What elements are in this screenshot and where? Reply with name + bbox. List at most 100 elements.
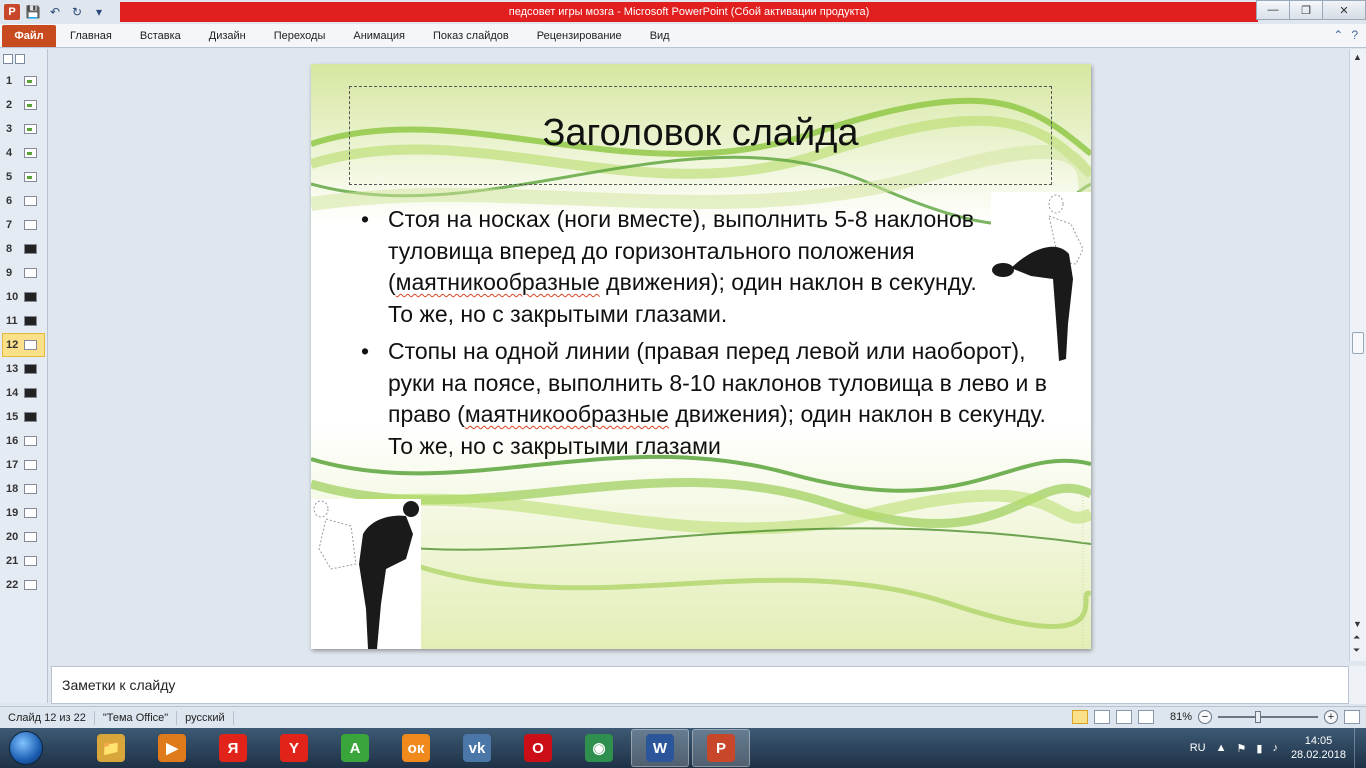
- taskbar-yandex-browser[interactable]: Y: [265, 729, 323, 767]
- tab-home[interactable]: Главная: [56, 30, 126, 42]
- slide-thumbnail[interactable]: 10: [0, 285, 47, 309]
- help-icon[interactable]: ?: [1351, 28, 1358, 42]
- taskbar-opera[interactable]: O: [509, 729, 567, 767]
- show-desktop-button[interactable]: [1354, 728, 1366, 768]
- volume-icon[interactable]: ♪: [1272, 742, 1278, 754]
- input-language[interactable]: RU: [1190, 742, 1206, 754]
- notes-pane[interactable]: Заметки к слайду: [51, 666, 1349, 704]
- slide-thumbnail[interactable]: 11: [0, 309, 47, 333]
- slide-thumbnail[interactable]: 8: [0, 237, 47, 261]
- slide-thumbnail[interactable]: 21: [0, 549, 47, 573]
- slide-thumbnail[interactable]: 17: [0, 453, 47, 477]
- slide-thumbnail-preview: [24, 556, 37, 566]
- tab-file[interactable]: Файл: [2, 24, 56, 47]
- outline-tab-icon[interactable]: [15, 54, 25, 64]
- taskbar-explorer[interactable]: 📁: [82, 729, 140, 767]
- maximize-button[interactable]: ❐: [1289, 0, 1323, 20]
- slide-thumbnail-preview: [24, 100, 37, 110]
- undo-icon[interactable]: ↶: [46, 3, 64, 21]
- slide-thumbnail-number: 16: [6, 435, 19, 447]
- ribbon-right-controls: ⌃ ?: [1333, 28, 1358, 42]
- slide-thumbnail[interactable]: 20: [0, 525, 47, 549]
- notes-scrollbar[interactable]: [1349, 666, 1366, 704]
- chrome-icon: ◉: [585, 734, 613, 762]
- tray-expand-icon[interactable]: ▲: [1216, 742, 1227, 754]
- slide-thumbnail-preview: [24, 436, 37, 446]
- flag-icon[interactable]: ⚑: [1237, 742, 1247, 755]
- scroll-up-icon[interactable]: ▲: [1353, 52, 1362, 62]
- slide-body-text[interactable]: Стоя на носках (ноги вместе), выполнить …: [361, 204, 1051, 468]
- slide-thumbnail[interactable]: 14: [0, 381, 47, 405]
- tab-transitions[interactable]: Переходы: [260, 30, 340, 42]
- bullet1-line2: То же, но с закрытыми глазами.: [388, 300, 728, 327]
- slide-thumbnail-preview: [24, 148, 37, 158]
- slide-canvas[interactable]: Заголовок слайда Стоя на носках (ноги вм…: [311, 64, 1091, 649]
- clock-date: 28.02.2018: [1290, 749, 1346, 761]
- tab-view[interactable]: Вид: [636, 30, 684, 42]
- slide-thumbnail-preview: [24, 532, 37, 542]
- network-icon[interactable]: ▮: [1256, 742, 1262, 755]
- normal-view-button[interactable]: [1071, 710, 1088, 724]
- taskbar-media[interactable]: ▶: [143, 729, 201, 767]
- vertical-scrollbar[interactable]: ▲ ▼ ⏶ ⏷: [1349, 49, 1366, 661]
- scroll-thumb[interactable]: [1352, 332, 1364, 354]
- taskbar-vk[interactable]: vk: [448, 729, 506, 767]
- slide-thumbnail[interactable]: 12: [2, 333, 45, 357]
- slide-thumbnail[interactable]: 9: [0, 261, 47, 285]
- save-icon[interactable]: 💾: [24, 3, 42, 21]
- tab-design[interactable]: Дизайн: [195, 30, 260, 42]
- slide-thumbnail[interactable]: 2: [0, 93, 47, 117]
- next-slide-icon[interactable]: ⏷: [1353, 645, 1360, 656]
- reading-view-button[interactable]: [1115, 710, 1132, 724]
- redo-icon[interactable]: ↻: [68, 3, 86, 21]
- slide-thumbnail[interactable]: 1: [0, 69, 47, 93]
- language-status[interactable]: русский: [177, 710, 234, 725]
- tab-review[interactable]: Рецензирование: [523, 30, 636, 42]
- taskbar-chrome[interactable]: ◉: [570, 729, 628, 767]
- slide-thumbnail[interactable]: 19: [0, 501, 47, 525]
- slide-thumbnail[interactable]: 18: [0, 477, 47, 501]
- clock-time: 14:05: [1304, 735, 1333, 747]
- fit-to-window-button[interactable]: [1344, 710, 1360, 724]
- bullet2-line2: То же, но с закрытыми глазами: [388, 432, 721, 459]
- zoom-level[interactable]: 81%: [1170, 711, 1192, 723]
- scroll-down-icon[interactable]: ▼: [1353, 619, 1362, 629]
- taskbar-powerpoint[interactable]: P: [692, 729, 750, 767]
- tab-slideshow[interactable]: Показ слайдов: [419, 30, 523, 42]
- slide-thumbnail[interactable]: 6: [0, 189, 47, 213]
- slides-tab-icon[interactable]: [3, 54, 13, 64]
- zoom-out-button[interactable]: −: [1198, 710, 1212, 724]
- tab-insert[interactable]: Вставка: [126, 30, 195, 42]
- taskbar-word[interactable]: W: [631, 729, 689, 767]
- status-right-controls: 81% − +: [1071, 710, 1360, 724]
- slide-thumbnail[interactable]: 3: [0, 117, 47, 141]
- taskbar-odnoklassniki[interactable]: ок: [387, 729, 445, 767]
- slide-thumbnail[interactable]: 16: [0, 429, 47, 453]
- slide-title[interactable]: Заголовок слайда: [349, 112, 1052, 155]
- taskbar-yandex[interactable]: Я: [204, 729, 262, 767]
- collapse-ribbon-icon[interactable]: ⌃: [1333, 28, 1343, 42]
- tab-animations[interactable]: Анимация: [339, 30, 419, 42]
- zoom-in-button[interactable]: +: [1324, 710, 1338, 724]
- slideshow-view-button[interactable]: [1137, 710, 1154, 724]
- zoom-slider-knob[interactable]: [1255, 711, 1261, 723]
- minimize-button[interactable]: —: [1256, 0, 1290, 20]
- slide-thumbnail[interactable]: 4: [0, 141, 47, 165]
- close-button[interactable]: ✕: [1322, 0, 1366, 20]
- customize-qat-icon[interactable]: ▾: [90, 3, 108, 21]
- slide-thumbnail[interactable]: 5: [0, 165, 47, 189]
- start-button[interactable]: [0, 728, 52, 768]
- powerpoint-app-icon[interactable]: P: [4, 4, 20, 20]
- slide-thumbnail-preview: [24, 340, 37, 350]
- slide-thumbnail-preview: [24, 484, 37, 494]
- taskbar-adguard[interactable]: A: [326, 729, 384, 767]
- zoom-slider[interactable]: [1218, 711, 1318, 723]
- slide-sorter-view-button[interactable]: [1093, 710, 1110, 724]
- slide-thumbnail[interactable]: 7: [0, 213, 47, 237]
- bullet1-text-b: движения); один наклон в секунду.: [599, 269, 977, 295]
- clock[interactable]: 14:05 28.02.2018: [1291, 734, 1346, 762]
- slide-thumbnail[interactable]: 15: [0, 405, 47, 429]
- previous-slide-icon[interactable]: ⏶: [1353, 632, 1360, 643]
- slide-thumbnail[interactable]: 13: [0, 357, 47, 381]
- slide-thumbnail[interactable]: 22: [0, 573, 47, 597]
